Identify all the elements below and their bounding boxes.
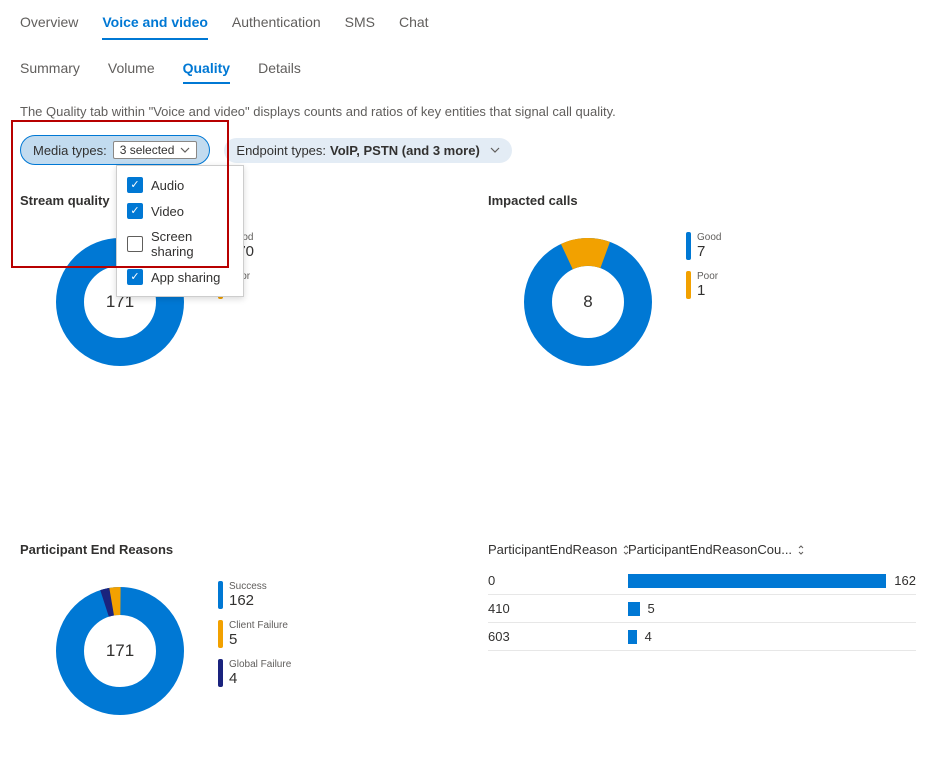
cell-count: 5 <box>648 601 655 616</box>
dropdown-item-label: Audio <box>151 178 184 193</box>
participant-end-panel: Participant End Reasons 171 Success162 Cl… <box>20 542 448 721</box>
main-tab-voice-and-video[interactable]: Voice and video <box>102 10 208 40</box>
impacted-calls-legend: Good7 Poor1 <box>686 232 721 310</box>
legend-value: 5 <box>229 631 288 649</box>
table-row[interactable]: 603 4 <box>488 623 916 651</box>
column-header-reason-label: ParticipantEndReason <box>488 542 617 557</box>
media-types-select[interactable]: 3 selected <box>113 141 198 159</box>
main-tab-chat[interactable]: Chat <box>399 10 429 40</box>
legend-label: Good <box>697 232 721 243</box>
cell-reason: 0 <box>488 573 628 588</box>
dropdown-item-video[interactable]: Video <box>117 198 243 224</box>
checkbox-icon[interactable] <box>127 236 143 252</box>
dropdown-item-label: Video <box>151 204 184 219</box>
sub-tabs: Summary Volume Quality Details <box>20 58 916 84</box>
legend-value: 7 <box>697 243 721 261</box>
legend-item: Poor1 <box>686 271 721 300</box>
sub-tab-quality[interactable]: Quality <box>183 58 230 84</box>
chevron-down-icon <box>490 147 500 153</box>
endpoint-types-label: Endpoint types: <box>236 143 326 158</box>
legend-item: Success162 <box>218 581 291 610</box>
legend-label: Poor <box>697 271 718 282</box>
legend-item: Client Failure5 <box>218 620 291 649</box>
media-types-value: 3 selected <box>120 143 175 157</box>
dropdown-item-label: App sharing <box>151 270 220 285</box>
dropdown-item-label: Screen sharing <box>151 229 233 259</box>
dropdown-item-app-sharing[interactable]: App sharing <box>117 264 243 290</box>
impacted-calls-title: Impacted calls <box>488 193 916 208</box>
table-row[interactable]: 410 5 <box>488 595 916 623</box>
impacted-calls-donut: 8 <box>518 232 658 372</box>
bar-fill <box>628 602 640 616</box>
legend-label: Global Failure <box>229 659 291 670</box>
endpoint-types-value: VoIP, PSTN (and 3 more) <box>330 143 480 158</box>
impacted-calls-panel: Impacted calls 8 Good7 Poor1 <box>488 193 916 372</box>
legend-value: 4 <box>229 670 291 688</box>
main-tab-overview[interactable]: Overview <box>20 10 78 40</box>
legend-color-bar <box>686 271 691 299</box>
main-tabs: Overview Voice and video Authentication SMS… <box>20 10 916 40</box>
table-body: 0 162 410 5 603 4 <box>488 567 916 651</box>
sub-tab-details[interactable]: Details <box>258 58 301 84</box>
participant-end-legend: Success162 Client Failure5 Global Failure4 <box>218 581 291 698</box>
legend-label: Success <box>229 581 267 592</box>
cell-count: 162 <box>894 573 916 588</box>
column-header-count[interactable]: ParticipantEndReasonCou... <box>628 542 916 557</box>
cell-reason: 410 <box>488 601 628 616</box>
dropdown-item-screen-sharing[interactable]: Screen sharing <box>117 224 243 264</box>
legend-value: 1 <box>697 282 718 300</box>
tab-description: The Quality tab within "Voice and video"… <box>20 104 916 119</box>
bar-fill <box>628 574 886 588</box>
checkbox-icon[interactable] <box>127 177 143 193</box>
media-types-filter[interactable]: Media types: 3 selected <box>20 135 210 165</box>
end-reason-table: ParticipantEndReason ParticipantEndReaso… <box>488 542 916 721</box>
table-row[interactable]: 0 162 <box>488 567 916 595</box>
media-types-dropdown: Audio Video Screen sharing App sharing <box>116 165 244 297</box>
legend-color-bar <box>218 659 223 687</box>
sub-tab-summary[interactable]: Summary <box>20 58 80 84</box>
sub-tab-volume[interactable]: Volume <box>108 58 155 84</box>
legend-color-bar <box>686 232 691 260</box>
participant-end-total: 171 <box>106 641 134 661</box>
main-tab-sms[interactable]: SMS <box>345 10 375 40</box>
participant-end-title: Participant End Reasons <box>20 542 448 557</box>
checkbox-icon[interactable] <box>127 203 143 219</box>
legend-value: 162 <box>229 592 267 610</box>
column-header-count-label: ParticipantEndReasonCou... <box>628 542 792 557</box>
dropdown-item-audio[interactable]: Audio <box>117 172 243 198</box>
column-header-reason[interactable]: ParticipantEndReason <box>488 542 628 557</box>
legend-item: Global Failure4 <box>218 659 291 688</box>
impacted-calls-total: 8 <box>583 292 592 312</box>
cell-bar: 162 <box>628 573 916 588</box>
media-types-label: Media types: <box>33 143 107 158</box>
bottom-section: Participant End Reasons 171 Success162Cl… <box>20 542 916 721</box>
main-tab-authentication[interactable]: Authentication <box>232 10 321 40</box>
cell-count: 4 <box>645 629 652 644</box>
bar-fill <box>628 630 637 644</box>
checkbox-icon[interactable] <box>127 269 143 285</box>
legend-item: Good7 <box>686 232 721 261</box>
table-header: ParticipantEndReason ParticipantEndReaso… <box>488 542 916 557</box>
filter-row: Media types: 3 selected Endpoint types: … <box>20 135 916 165</box>
legend-color-bar <box>218 581 223 609</box>
endpoint-types-filter[interactable]: Endpoint types: VoIP, PSTN (and 3 more) <box>224 138 511 163</box>
cell-reason: 603 <box>488 629 628 644</box>
legend-label: Client Failure <box>229 620 288 631</box>
cell-bar: 4 <box>628 629 916 644</box>
chevron-down-icon <box>180 147 190 153</box>
cell-bar: 5 <box>628 601 916 616</box>
legend-color-bar <box>218 620 223 648</box>
participant-end-donut: 171 <box>50 581 190 721</box>
sort-icon <box>796 545 806 555</box>
